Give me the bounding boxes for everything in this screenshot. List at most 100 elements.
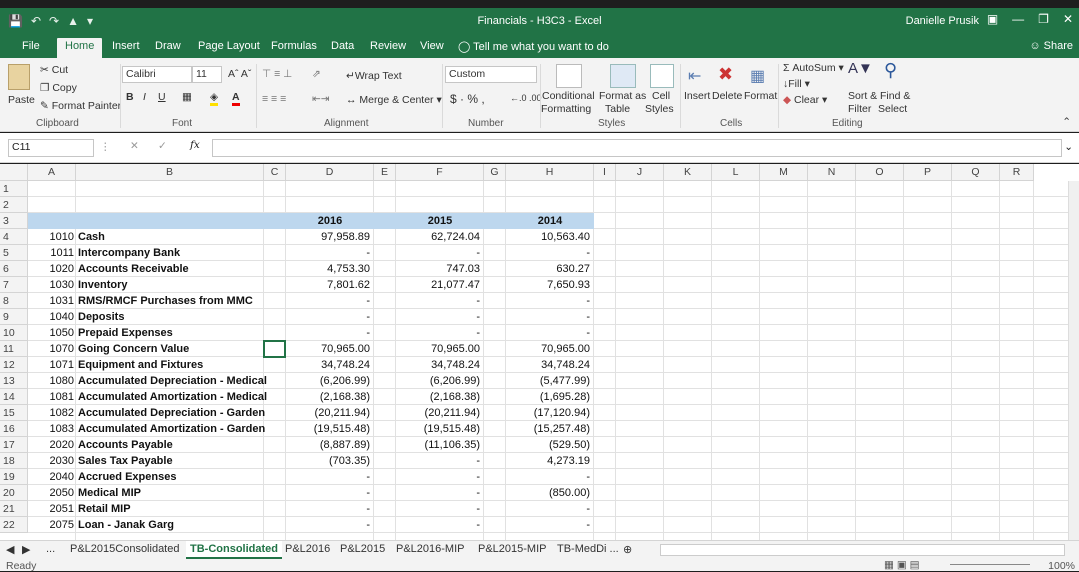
row-header-9[interactable]: 9 bbox=[0, 309, 28, 325]
row-header-13[interactable]: 13 bbox=[0, 373, 28, 389]
clear-button[interactable]: ◆ Clear ▾ bbox=[783, 94, 827, 106]
zoom-slider[interactable] bbox=[950, 564, 1030, 565]
value-2016-cell[interactable]: - bbox=[286, 309, 370, 325]
year-header-2015[interactable]: 2015 bbox=[396, 213, 484, 229]
worksheet-grid[interactable]: A B C D E F G H I J K L M N O P Q R 1 2 3 4 5 6 7 8 9 10 11 12 13 14 15 1… bbox=[0, 164, 1079, 540]
tab-review[interactable]: Review bbox=[370, 40, 406, 52]
more-sheets[interactable]: ... bbox=[46, 543, 55, 555]
value-2014-cell[interactable]: 4,273.19 bbox=[506, 453, 590, 469]
grow-font-icon[interactable]: Aˆ Aˇ bbox=[228, 68, 251, 80]
account-name-cell[interactable]: Intercompany Bank bbox=[78, 245, 266, 261]
account-code-cell[interactable]: 1030 bbox=[28, 277, 74, 293]
ribbon-display-icon[interactable]: ▣ bbox=[987, 12, 998, 26]
cut-button[interactable]: ✂ Cut bbox=[40, 64, 68, 76]
account-code-cell[interactable]: 1070 bbox=[28, 341, 74, 357]
value-2015-cell[interactable]: 21,077.47 bbox=[396, 277, 480, 293]
account-name-cell[interactable]: Loan - Janak Garg bbox=[78, 517, 266, 533]
account-name-cell[interactable]: Accumulated Depreciation - Garden bbox=[78, 405, 266, 421]
column-header-l[interactable]: L bbox=[712, 164, 760, 181]
value-2014-cell[interactable]: - bbox=[506, 245, 590, 261]
view-buttons-icon[interactable]: ▦ ▣ ▤ bbox=[884, 559, 920, 571]
row-header-16[interactable]: 16 bbox=[0, 421, 28, 437]
row-header-5[interactable]: 5 bbox=[0, 245, 28, 261]
value-2015-cell[interactable]: - bbox=[396, 453, 480, 469]
value-2014-cell[interactable]: - bbox=[506, 469, 590, 485]
cancel-icon[interactable]: ✕ bbox=[130, 140, 139, 152]
value-2015-cell[interactable]: - bbox=[396, 293, 480, 309]
value-2016-cell[interactable]: (6,206.99) bbox=[286, 373, 370, 389]
new-sheet-icon[interactable]: ⊕ bbox=[623, 543, 632, 556]
value-2016-cell[interactable]: - bbox=[286, 293, 370, 309]
underline-icon[interactable]: U bbox=[158, 91, 166, 103]
value-2014-cell[interactable]: (850.00) bbox=[506, 485, 590, 501]
year-header-2016[interactable]: 2016 bbox=[286, 213, 374, 229]
sort-filter-button[interactable]: Sort & bbox=[848, 90, 877, 102]
row-header-20[interactable]: 20 bbox=[0, 485, 28, 501]
account-name-cell[interactable]: RMS/RMCF Purchases from MMC bbox=[78, 293, 266, 309]
value-2015-cell[interactable]: - bbox=[396, 485, 480, 501]
sheet-tab-pl2015consolidated[interactable]: P&L2015Consolidated bbox=[70, 543, 179, 555]
account-name-cell[interactable]: Medical MIP bbox=[78, 485, 266, 501]
row-header-1[interactable]: 1 bbox=[0, 181, 28, 197]
font-name-box[interactable]: Calibri bbox=[122, 66, 192, 83]
value-2014-cell[interactable]: (529.50) bbox=[506, 437, 590, 453]
value-2014-cell[interactable]: (5,477.99) bbox=[506, 373, 590, 389]
value-2015-cell[interactable]: (6,206.99) bbox=[396, 373, 480, 389]
column-header-j[interactable]: J bbox=[616, 164, 664, 181]
column-header-e[interactable]: E bbox=[374, 164, 396, 181]
value-2015-cell[interactable]: - bbox=[396, 325, 480, 341]
row-header-15[interactable]: 15 bbox=[0, 405, 28, 421]
account-code-cell[interactable]: 1020 bbox=[28, 261, 74, 277]
row-header-7[interactable]: 7 bbox=[0, 277, 28, 293]
row-header-12[interactable]: 12 bbox=[0, 357, 28, 373]
close-icon[interactable]: ✕ bbox=[1063, 12, 1073, 26]
value-2014-cell[interactable]: 70,965.00 bbox=[506, 341, 590, 357]
merge-center-button[interactable]: ↔ Merge & Center ▾ bbox=[346, 94, 442, 106]
bold-icon[interactable]: B bbox=[126, 91, 134, 103]
paste-button[interactable]: Paste bbox=[8, 94, 35, 106]
account-name-cell[interactable]: Sales Tax Payable bbox=[78, 453, 266, 469]
tab-draw[interactable]: Draw bbox=[155, 40, 181, 52]
value-2015-cell[interactable]: - bbox=[396, 517, 480, 533]
vertical-scrollbar[interactable] bbox=[1068, 181, 1079, 540]
column-header-n[interactable]: N bbox=[808, 164, 856, 181]
account-code-cell[interactable]: 1040 bbox=[28, 309, 74, 325]
value-2014-cell[interactable]: - bbox=[506, 517, 590, 533]
zoom-level[interactable]: 100% bbox=[1048, 560, 1075, 572]
value-2014-cell[interactable]: - bbox=[506, 293, 590, 309]
account-name-cell[interactable]: Cash bbox=[78, 229, 266, 245]
row-header-3[interactable]: 3 bbox=[0, 213, 28, 229]
cell-styles-button[interactable]: Cell bbox=[652, 90, 670, 102]
value-2014-cell[interactable]: - bbox=[506, 325, 590, 341]
expand-formula-icon[interactable]: ⌄ bbox=[1064, 141, 1073, 153]
value-2014-cell[interactable]: - bbox=[506, 501, 590, 517]
value-2014-cell[interactable]: 630.27 bbox=[506, 261, 590, 277]
column-header-p[interactable]: P bbox=[904, 164, 952, 181]
account-name-cell[interactable]: Accumulated Amortization - Medical bbox=[78, 389, 267, 405]
value-2014-cell[interactable]: 10,563.40 bbox=[506, 229, 590, 245]
next-sheet-icon[interactable]: ▶ bbox=[22, 543, 30, 556]
value-2014-cell[interactable]: (1,695.28) bbox=[506, 389, 590, 405]
column-header-o[interactable]: O bbox=[856, 164, 904, 181]
account-code-cell[interactable]: 2051 bbox=[28, 501, 74, 517]
sheet-tab-pl2016-mip[interactable]: P&L2016-MIP bbox=[396, 543, 464, 555]
value-2016-cell[interactable]: - bbox=[286, 517, 370, 533]
value-2016-cell[interactable]: 97,958.89 bbox=[286, 229, 370, 245]
format-as-table-button[interactable]: Format as bbox=[599, 90, 646, 102]
sheet-tab-pl2016[interactable]: P&L2016 bbox=[285, 543, 330, 555]
account-code-cell[interactable]: 1082 bbox=[28, 405, 74, 421]
account-code-cell[interactable]: 1011 bbox=[28, 245, 74, 261]
font-color-icon[interactable]: A bbox=[232, 91, 240, 106]
sheet-tab-pl2015-mip[interactable]: P&L2015-MIP bbox=[478, 543, 546, 555]
account-code-cell[interactable]: 1050 bbox=[28, 325, 74, 341]
value-2015-cell[interactable]: (20,211.94) bbox=[396, 405, 480, 421]
column-header-f[interactable]: F bbox=[396, 164, 484, 181]
value-2015-cell[interactable]: 70,965.00 bbox=[396, 341, 480, 357]
account-code-cell[interactable]: 1080 bbox=[28, 373, 74, 389]
value-2016-cell[interactable]: - bbox=[286, 501, 370, 517]
account-code-cell[interactable]: 1083 bbox=[28, 421, 74, 437]
account-code-cell[interactable]: 1081 bbox=[28, 389, 74, 405]
column-header-g[interactable]: G bbox=[484, 164, 506, 181]
value-2015-cell[interactable]: - bbox=[396, 469, 480, 485]
borders-icon[interactable]: ▦ bbox=[182, 91, 192, 103]
